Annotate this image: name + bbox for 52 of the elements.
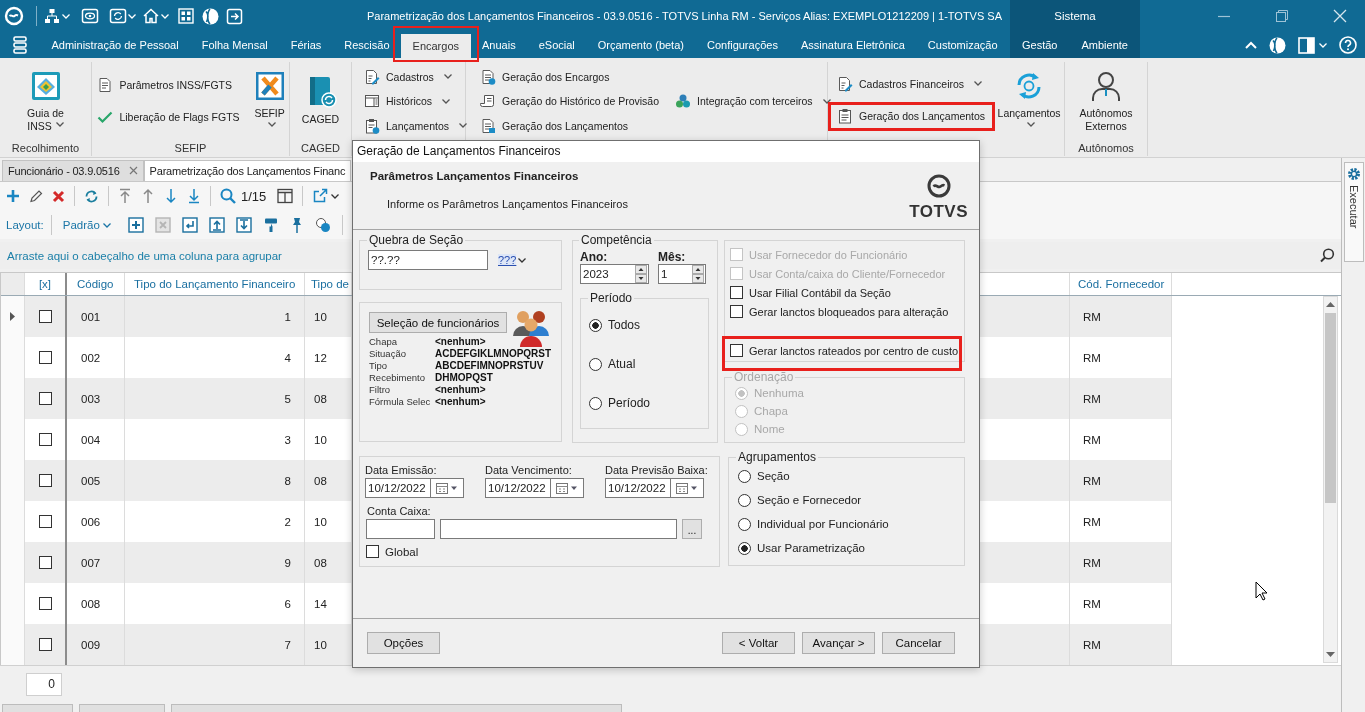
group-label: Agrupamentos: [737, 450, 818, 464]
count-field: 0: [26, 672, 62, 696]
window-title: Parametrização dos Lançamentos Financeiros - 03.9.0516 - TOTVS Linha RM - Serviços Alias: EXEMPLO1212209 | 1-TOTVS SA: [366, 10, 1002, 22]
field-value: <nenhum>: [435, 384, 487, 396]
group-label: Quebra de Seção: [368, 233, 465, 247]
table-cell: 001: [67, 296, 125, 338]
group-label: Competência: [580, 233, 653, 247]
ribbon-group-label: SEFIP: [174, 142, 207, 154]
field-label: Chapa: [369, 336, 398, 348]
logo-text: TOTVS: [909, 202, 968, 222]
table-cell: 007: [67, 542, 125, 584]
field-value: <nenhum>: [435, 336, 487, 348]
layout-label: Layout:: [6, 219, 44, 232]
group-label: Período: [589, 291, 634, 305]
table-cell: 009: [67, 624, 125, 666]
table-cell: RM: [1070, 460, 1172, 502]
field-label: Filtro: [369, 384, 392, 396]
field-value: DHMOPQST: [435, 372, 494, 384]
group-label: Ordenação: [733, 370, 795, 384]
field-label: Tipo: [369, 360, 389, 372]
table-cell: 7: [125, 624, 305, 666]
table-cell: RM: [1070, 378, 1172, 420]
table-cell: RM: [1070, 542, 1172, 584]
ribbon-group-label: Recolhimento: [11, 142, 80, 154]
dialog-title: Geração de Lançamentos Financeiros: [353, 141, 979, 162]
field-label: Ano:: [580, 250, 608, 264]
field-value: ACDEFGIKLMNOPQRST: [435, 348, 553, 360]
field-value: <nenhum>: [435, 396, 487, 408]
table-cell: 8: [125, 460, 305, 502]
field-label: Data Previsão Baixa:: [605, 463, 708, 477]
table-cell: 1: [125, 296, 305, 338]
table-cell: 003: [67, 378, 125, 420]
wizard-subheading: Informe os Parâmetros Lançamentos Financeiros: [387, 198, 628, 210]
table-cell: 005: [67, 460, 125, 502]
group-by-hint: Arraste aqui o cabeçalho de uma coluna para agrupar: [7, 249, 282, 262]
table-cell: RM: [1070, 624, 1172, 666]
field-value: ABCDEFIMNOPRSTUV: [435, 360, 545, 372]
record-counter: 1/15: [241, 188, 267, 204]
context-group-label: Sistema: [1010, 0, 1140, 32]
ribbon-group-label: CAGED: [300, 142, 341, 154]
field-label: Situação: [369, 348, 407, 360]
wizard-heading: Parâmetros Lançamentos Financeiros: [370, 170, 580, 182]
ribbon-group-label: Autônomos: [1078, 142, 1134, 154]
field-label: Data Vencimento:: [485, 463, 572, 477]
table-cell: RM: [1070, 296, 1172, 338]
table-cell: 5: [125, 378, 305, 420]
field-label: Data Emissão:: [365, 463, 437, 477]
field-label: Fórmula Selec: [369, 396, 432, 408]
field-label: Mês:: [658, 250, 686, 264]
table-cell: 9: [125, 542, 305, 584]
field-label: Conta Caixa:: [367, 504, 431, 518]
field-label: Recebimento: [369, 372, 426, 384]
